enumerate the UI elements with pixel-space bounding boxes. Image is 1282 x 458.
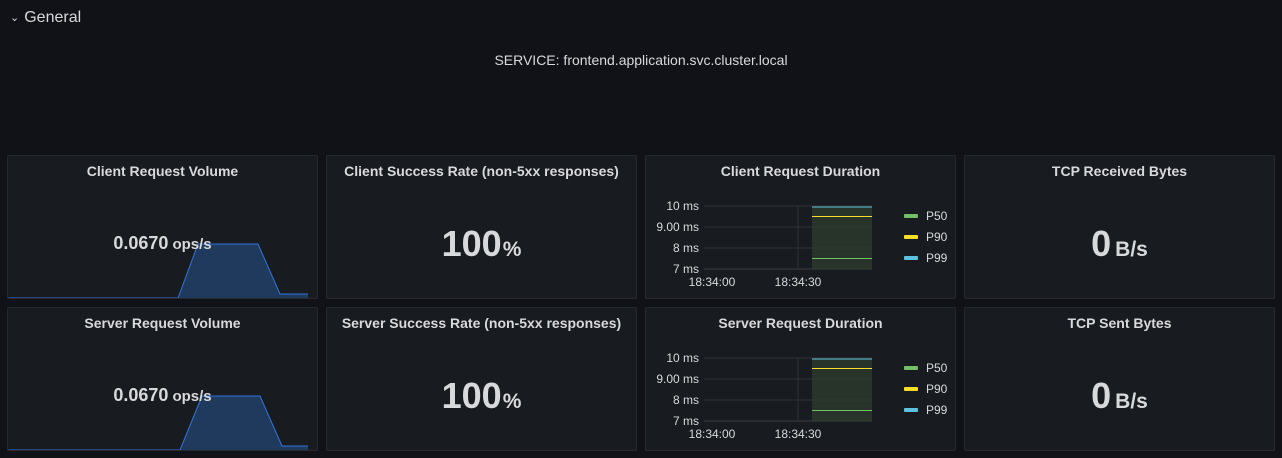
legend-item-p50[interactable]: P50	[904, 205, 947, 226]
panel-client-request-volume[interactable]: Client Request Volume 0.0670 ops/s	[7, 155, 318, 299]
legend-label: P90	[926, 229, 948, 244]
value-number: 0	[1091, 375, 1112, 416]
region-fill	[812, 358, 872, 421]
x-tick-label: 18:34:00	[689, 427, 736, 441]
value-unit: B/s	[1115, 238, 1148, 261]
y-tick-label: 7 ms	[673, 262, 699, 276]
value-unit: ops/s	[172, 236, 212, 253]
panel-client-success-rate[interactable]: Client Success Rate (non-5xx responses) …	[326, 155, 637, 299]
y-ticks: 10 ms 9.00 ms 8 ms 7 ms	[656, 199, 699, 276]
legend: P50 P90 P99	[904, 205, 947, 268]
sparkline	[8, 395, 308, 450]
legend-item-p90[interactable]: P90	[904, 378, 947, 399]
legend-swatch	[904, 407, 918, 412]
stat-value: 0 B/s	[965, 375, 1274, 417]
value-number: 100	[441, 223, 502, 264]
y-tick-label: 8 ms	[673, 241, 699, 255]
row-header-general[interactable]: ⌄ General	[10, 8, 81, 28]
legend-swatch	[904, 255, 918, 260]
y-tick-label: 8 ms	[673, 393, 699, 407]
duration-chart: 10 ms 9.00 ms 8 ms 7 ms 18:34:00 18:34:3…	[656, 351, 872, 441]
legend-swatch	[904, 365, 918, 370]
stat-value: 0.0670 ops/s	[8, 233, 317, 254]
value-number: 0.0670	[113, 233, 169, 253]
legend-label: P99	[926, 402, 948, 417]
value-number: 0.0670	[113, 385, 169, 405]
legend-swatch	[904, 213, 918, 218]
y-tick-label: 9.00 ms	[656, 220, 699, 234]
legend-item-p50[interactable]: P50	[904, 357, 947, 378]
x-ticks: 18:34:00 18:34:30	[689, 275, 822, 289]
legend-item-p99[interactable]: P99	[904, 247, 947, 268]
panel-server-request-duration[interactable]: Server Request Duration 10 ms 9.00 ms 8 …	[645, 307, 956, 451]
value-number: 100	[441, 375, 502, 416]
value-unit: ops/s	[172, 388, 212, 405]
stat-value: 100%	[327, 223, 636, 265]
legend-label: P90	[926, 381, 948, 396]
panel-tcp-sent-bytes[interactable]: TCP Sent Bytes 0 B/s	[964, 307, 1275, 451]
row-title: General	[24, 9, 82, 26]
service-text: SERVICE: frontend.application.svc.cluste…	[494, 52, 788, 68]
x-tick-label: 18:34:30	[775, 275, 822, 289]
value-number: 0	[1091, 223, 1112, 264]
duration-chart: 10 ms 9.00 ms 8 ms 7 ms 18:34:00 18:34:3…	[656, 199, 872, 289]
legend-label: P50	[926, 360, 948, 375]
panel-title: TCP Sent Bytes	[1067, 315, 1172, 331]
panel-tcp-received-bytes[interactable]: TCP Received Bytes 0 B/s	[964, 155, 1275, 299]
legend-item-p99[interactable]: P99	[904, 399, 947, 420]
legend-swatch	[904, 234, 918, 239]
panel-client-request-duration[interactable]: Client Request Duration 10 ms 9.00 ms 8 …	[645, 155, 956, 299]
y-ticks: 10 ms 9.00 ms 8 ms 7 ms	[656, 351, 699, 428]
y-tick-label: 10 ms	[666, 351, 699, 365]
stat-value: 0 B/s	[965, 223, 1274, 265]
panel-title: Client Success Rate (non-5xx responses)	[344, 163, 619, 179]
legend-item-p90[interactable]: P90	[904, 226, 947, 247]
legend: P50 P90 P99	[904, 357, 947, 420]
value-unit: %	[502, 238, 522, 261]
chevron-down-icon: ⌄	[10, 11, 20, 24]
panel-server-success-rate[interactable]: Server Success Rate (non-5xx responses) …	[326, 307, 637, 451]
sparkline	[8, 243, 308, 298]
value-unit: %	[502, 390, 522, 413]
stat-value: 100%	[327, 375, 636, 417]
legend-label: P50	[926, 208, 948, 223]
stat-value: 0.0670 ops/s	[8, 385, 317, 406]
y-tick-label: 10 ms	[666, 199, 699, 213]
x-ticks: 18:34:00 18:34:30	[689, 427, 822, 441]
y-tick-label: 7 ms	[673, 414, 699, 428]
y-tick-label: 9.00 ms	[656, 372, 699, 386]
x-tick-label: 18:34:30	[775, 427, 822, 441]
region-fill	[812, 206, 872, 269]
panel-server-request-volume[interactable]: Server Request Volume 0.0670 ops/s	[7, 307, 318, 451]
value-unit: B/s	[1115, 390, 1148, 413]
legend-label: P99	[926, 250, 948, 265]
panel-title: TCP Received Bytes	[1051, 163, 1188, 179]
x-tick-label: 18:34:00	[689, 275, 736, 289]
legend-swatch	[904, 386, 918, 391]
panel-title: Server Success Rate (non-5xx responses)	[341, 315, 622, 331]
